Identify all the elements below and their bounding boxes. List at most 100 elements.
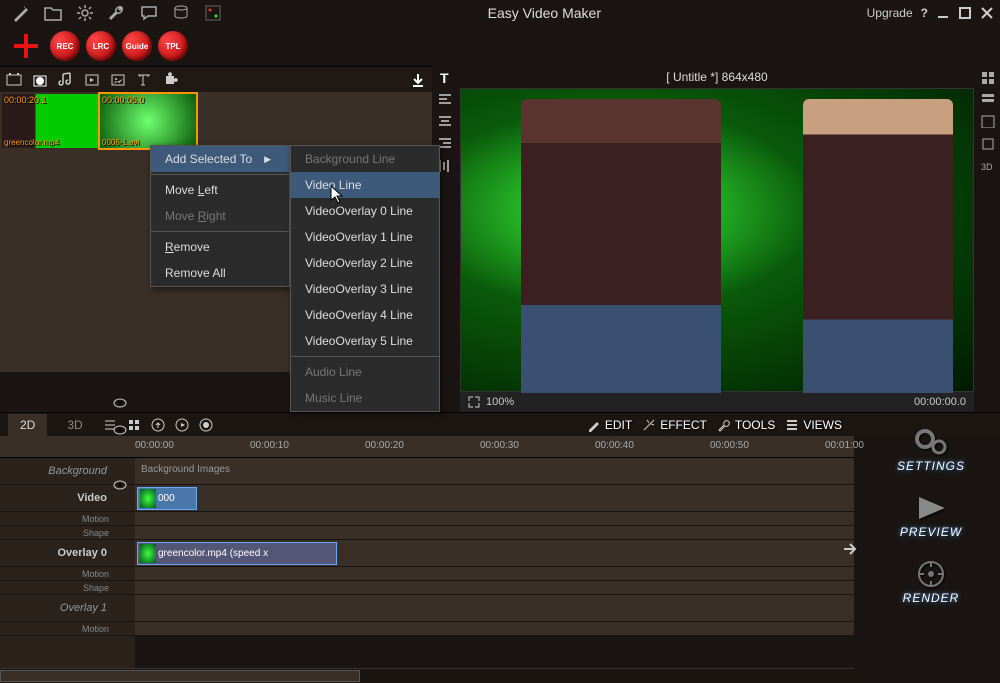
tick: 00:00:00 <box>135 440 174 451</box>
grid2-icon[interactable] <box>127 418 141 432</box>
clip-icon[interactable] <box>84 72 100 88</box>
media-clip[interactable]: 00:00:06.0 0006-1.avi <box>100 94 196 148</box>
tick: 00:00:20 <box>365 440 404 451</box>
go-arrow-icon[interactable] <box>840 538 862 560</box>
wrench-icon[interactable] <box>108 4 126 22</box>
music-icon[interactable] <box>58 72 74 88</box>
titlebar: Easy Video Maker Upgrade ? <box>0 0 1000 26</box>
timeline-tracks: 00:00:00 00:00:10 00:00:20 00:00:30 00:0… <box>135 436 854 668</box>
align-left-icon[interactable] <box>437 92 453 106</box>
minimize-button[interactable] <box>936 6 950 20</box>
track-lane-shape[interactable] <box>135 526 854 540</box>
wand-icon[interactable] <box>12 4 30 22</box>
timeline-clip[interactable]: greencolor.mp4 (speed x <box>137 542 337 565</box>
tab-3d[interactable]: 3D <box>57 414 92 436</box>
maximize-button[interactable] <box>958 6 972 20</box>
track-header-overlay1[interactable]: Overlay 1 <box>0 595 135 622</box>
box-icon[interactable] <box>980 136 996 150</box>
folder-icon[interactable] <box>44 4 62 22</box>
effect-menu[interactable]: EFFECT <box>642 418 707 432</box>
layers-icon[interactable] <box>980 92 996 106</box>
lrc-button[interactable]: LRC <box>86 31 116 61</box>
track-lane-overlay0[interactable]: greencolor.mp4 (speed x <box>135 540 854 567</box>
preview-right-tools: 3D <box>976 66 1000 412</box>
upgrade-link[interactable]: Upgrade <box>867 6 913 20</box>
speech-icon[interactable] <box>140 4 158 22</box>
track-lane-background[interactable]: Background Images <box>135 458 854 485</box>
submenu-videooverlay-1[interactable]: VideoOverlay 1 Line <box>291 224 439 250</box>
menu-remove[interactable]: Remove <box>151 234 289 260</box>
3d-icon[interactable]: 3D <box>980 158 996 172</box>
rec-button[interactable]: REC <box>50 31 80 61</box>
scrollbar-thumb[interactable] <box>0 670 360 682</box>
submenu-videooverlay-2[interactable]: VideoOverlay 2 Line <box>291 250 439 276</box>
record-icon[interactable] <box>199 418 213 432</box>
download-icon[interactable] <box>410 72 426 88</box>
preview-video[interactable] <box>460 88 974 392</box>
menu-move-left[interactable]: Move Left <box>151 177 289 203</box>
tab-2d[interactable]: 2D <box>8 414 47 436</box>
preview-timecode: 00:00:00.0 <box>914 396 966 408</box>
app-title: Easy Video Maker <box>222 5 867 21</box>
h-scrollbar[interactable] <box>0 668 854 682</box>
clip-name: 0006-1.avi <box>102 138 139 147</box>
svg-text:3D: 3D <box>981 162 993 172</box>
tools-menu[interactable]: TOOLS <box>717 418 775 432</box>
track-lane-motion[interactable] <box>135 622 854 636</box>
text-icon[interactable] <box>136 72 152 88</box>
puzzle-icon[interactable] <box>162 72 178 88</box>
tick: 00:00:30 <box>480 440 519 451</box>
menu-remove-all[interactable]: Remove All <box>151 260 289 286</box>
edit-menu[interactable]: EDIT <box>587 418 632 432</box>
fullscreen-icon[interactable] <box>468 396 480 408</box>
preview-button[interactable]: PREVIEW <box>871 486 991 544</box>
help-button[interactable]: ? <box>921 6 928 20</box>
close-button[interactable] <box>980 6 994 20</box>
submenu-videooverlay-0[interactable]: VideoOverlay 0 Line <box>291 198 439 224</box>
track-lane-motion[interactable] <box>135 512 854 526</box>
time-ruler[interactable]: 00:00:00 00:00:10 00:00:20 00:00:30 00:0… <box>135 436 854 458</box>
zoom-level: 100% <box>486 396 514 408</box>
submenu-videooverlay-3[interactable]: VideoOverlay 3 Line <box>291 276 439 302</box>
play-icon[interactable] <box>175 418 189 432</box>
grid-icon[interactable] <box>980 70 996 84</box>
video-tab-icon[interactable] <box>6 72 22 88</box>
add-button[interactable] <box>8 28 44 64</box>
submenu-audio-line: Audio Line <box>291 359 439 385</box>
tick: 00:00:50 <box>710 440 749 451</box>
cube-icon[interactable] <box>980 114 996 128</box>
app-icon[interactable] <box>204 4 222 22</box>
submenu-music-line: Music Line <box>291 385 439 411</box>
preview-figure <box>521 99 721 393</box>
preview-area: [ Untitle *] 864x480 100% 00:00:00.0 <box>460 66 974 412</box>
timeline-clip[interactable]: 000 <box>137 487 197 510</box>
database-icon[interactable] <box>172 4 190 22</box>
guide-button[interactable]: Guide <box>122 31 152 61</box>
text-tool-icon[interactable]: T <box>437 70 453 84</box>
clip-duration: 00:00:20.1 <box>4 95 47 105</box>
side-buttons: SETTINGS PREVIEW RENDER <box>868 420 994 610</box>
media-tabs <box>0 66 432 92</box>
tick: 00:00:40 <box>595 440 634 451</box>
settings-button[interactable]: SETTINGS <box>871 420 991 478</box>
camera-icon[interactable] <box>32 72 48 88</box>
up-icon[interactable] <box>151 418 165 432</box>
track-lane-video[interactable]: 000 <box>135 485 854 512</box>
views-menu[interactable]: VIEWS <box>785 418 842 432</box>
menu-add-selected-to[interactable]: Add Selected To▶ <box>151 146 289 172</box>
tpl-button[interactable]: TPL <box>158 31 188 61</box>
image-icon[interactable] <box>110 72 126 88</box>
submenu-videooverlay-4[interactable]: VideoOverlay 4 Line <box>291 302 439 328</box>
svg-text:T: T <box>440 70 449 84</box>
track-lane-overlay1[interactable] <box>135 595 854 622</box>
render-button[interactable]: RENDER <box>871 552 991 610</box>
gear-icon[interactable] <box>76 4 94 22</box>
preview-title: [ Untitle *] 864x480 <box>460 66 974 88</box>
submenu-video-line[interactable]: Video Line <box>291 172 439 198</box>
track-lane-shape[interactable] <box>135 581 854 595</box>
context-menu: Add Selected To▶ Move Left Move Right Re… <box>150 145 290 287</box>
submenu-videooverlay-5[interactable]: VideoOverlay 5 Line <box>291 328 439 354</box>
align-center-icon[interactable] <box>437 114 453 128</box>
track-lane-motion[interactable] <box>135 567 854 581</box>
media-clip[interactable]: 00:00:20.1 greencolor.mp4 <box>2 94 98 148</box>
